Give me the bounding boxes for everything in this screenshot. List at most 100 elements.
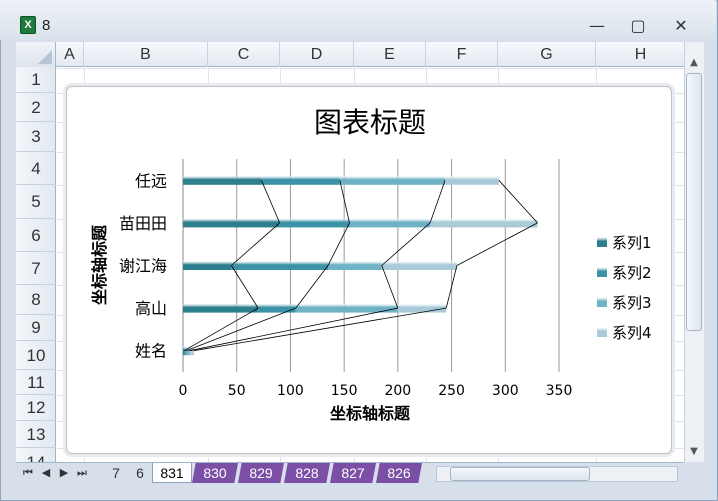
series-line xyxy=(456,222,538,266)
legend-swatch xyxy=(597,237,607,247)
bar-segment-3 xyxy=(328,261,382,270)
y-category-label: 苗田田 xyxy=(119,214,167,233)
row-header-6[interactable]: 6 xyxy=(16,219,56,252)
sheet-tab-7[interactable]: 7 xyxy=(104,463,128,483)
legend-swatch xyxy=(597,267,607,277)
minimize-icon[interactable]: — xyxy=(584,16,610,36)
maximize-icon[interactable]: ▢ xyxy=(625,16,651,36)
bar-segment-1 xyxy=(183,303,259,313)
bar-segment-2 xyxy=(279,218,350,228)
title-bar: X 8 — ▢ ✕ xyxy=(0,0,716,40)
row-header-14[interactable]: 14 xyxy=(16,448,56,462)
x-tick-label: 150 xyxy=(331,383,358,399)
bar-segment-1 xyxy=(183,218,280,228)
scroll-up-icon[interactable]: ▲ xyxy=(686,57,702,68)
row-header-11[interactable]: 11 xyxy=(16,370,56,395)
column-header-b[interactable]: B xyxy=(84,42,208,67)
vertical-scroll-thumb[interactable] xyxy=(686,73,702,331)
x-tick-label: 50 xyxy=(228,383,246,399)
bar-segment-1 xyxy=(183,346,185,356)
row-header-2[interactable]: 2 xyxy=(16,93,56,122)
sheet-tab-828[interactable]: 828 xyxy=(284,463,330,483)
x-tick-label: 350 xyxy=(546,383,573,399)
legend-label: 系列1 xyxy=(612,234,652,252)
first-sheet-icon[interactable]: ⏮ xyxy=(22,466,34,480)
series-line xyxy=(381,265,399,309)
x-tick-label: 300 xyxy=(492,383,519,399)
bar-segment-3 xyxy=(349,218,431,228)
row-header-4[interactable]: 4 xyxy=(16,152,56,185)
bar-segment-4 xyxy=(445,175,499,185)
excel-icon: X xyxy=(20,16,36,34)
y-axis-title: 坐标轴标题 xyxy=(90,224,109,305)
close-icon[interactable]: ✕ xyxy=(668,16,694,36)
y-category-label: 任远 xyxy=(135,171,167,190)
row-header-13[interactable]: 13 xyxy=(16,421,56,448)
series-line xyxy=(295,265,329,309)
bar-segment-2 xyxy=(231,261,329,270)
series-line xyxy=(498,180,538,224)
row-headers: 1234567891011121314 xyxy=(16,67,56,462)
prev-sheet-icon[interactable]: ◀ xyxy=(40,466,52,479)
sheet-tab-829[interactable]: 829 xyxy=(238,463,284,483)
legend-label: 系列3 xyxy=(612,294,652,312)
window-title: 8 xyxy=(42,17,51,34)
sheet-tab-827[interactable]: 827 xyxy=(330,463,376,483)
row-header-7[interactable]: 7 xyxy=(16,252,56,285)
bar-segment-4 xyxy=(397,303,447,313)
row-header-1[interactable]: 1 xyxy=(16,67,56,93)
column-header-e[interactable]: E xyxy=(354,42,426,67)
sheet-tab-826[interactable]: 826 xyxy=(376,463,422,483)
next-sheet-icon[interactable]: ▶ xyxy=(58,466,70,479)
series-line xyxy=(193,307,447,352)
y-category-label: 姓名 xyxy=(135,342,167,361)
select-all-corner[interactable] xyxy=(16,42,56,67)
series-line xyxy=(381,222,431,266)
series-line xyxy=(327,222,350,266)
column-headers: ABCDEFGH xyxy=(16,42,684,67)
series-line xyxy=(231,222,280,266)
x-tick-label: 250 xyxy=(438,383,465,399)
bar-segment-1 xyxy=(183,261,232,270)
chart-title: 图表标题 xyxy=(314,106,426,139)
row-header-5[interactable]: 5 xyxy=(16,185,56,219)
horizontal-scroll-thumb[interactable] xyxy=(450,467,590,481)
scroll-down-icon[interactable]: ▼ xyxy=(686,446,702,457)
bar-segment-1 xyxy=(183,175,262,185)
series-line xyxy=(339,180,350,223)
sheet-tab-831[interactable]: 831 xyxy=(152,463,192,483)
bar-segment-4 xyxy=(430,218,538,228)
column-header-d[interactable]: D xyxy=(280,42,354,67)
series-line xyxy=(429,180,446,224)
legend-swatch xyxy=(597,297,607,307)
chart-frame[interactable]: 图表标题 0 50 100 150 200 250 300 350 姓名 高山 谢江海 苗田田 任远坐标轴… xyxy=(66,86,672,454)
x-tick-label: 0 xyxy=(179,383,188,399)
column-header-c[interactable]: C xyxy=(208,42,280,67)
bar-segment-4 xyxy=(381,261,457,270)
legend-label: 系列4 xyxy=(612,324,652,342)
row-header-10[interactable]: 10 xyxy=(16,341,56,370)
legend-swatch xyxy=(597,327,607,337)
column-header-g[interactable]: G xyxy=(498,42,596,67)
row-header-12[interactable]: 12 xyxy=(16,395,56,421)
column-header-h[interactable]: H xyxy=(596,42,684,67)
series-line xyxy=(186,307,296,352)
legend-label: 系列2 xyxy=(612,264,652,282)
x-tick-label: 100 xyxy=(277,383,304,399)
bar-segment-2 xyxy=(258,303,296,313)
y-category-label: 高山 xyxy=(135,299,167,318)
row-header-9[interactable]: 9 xyxy=(16,315,56,341)
column-header-a[interactable]: A xyxy=(56,42,84,67)
last-sheet-icon[interactable]: ⏭ xyxy=(76,466,88,480)
series-line xyxy=(261,180,281,224)
y-category-label: 谢江海 xyxy=(119,257,167,276)
x-tick-label: 200 xyxy=(384,383,411,399)
series-line xyxy=(231,265,259,309)
row-header-3[interactable]: 3 xyxy=(16,122,56,152)
chart-svg[interactable]: 图表标题 0 50 100 150 200 250 300 350 姓名 高山 谢江海 苗田田 任远坐标轴… xyxy=(67,87,673,455)
sheet-tab-830[interactable]: 830 xyxy=(192,463,238,483)
sheet-tab-6[interactable]: 6 xyxy=(128,463,152,483)
row-header-8[interactable]: 8 xyxy=(16,285,56,315)
bar-segment-2 xyxy=(261,175,340,185)
column-header-f[interactable]: F xyxy=(426,42,498,67)
